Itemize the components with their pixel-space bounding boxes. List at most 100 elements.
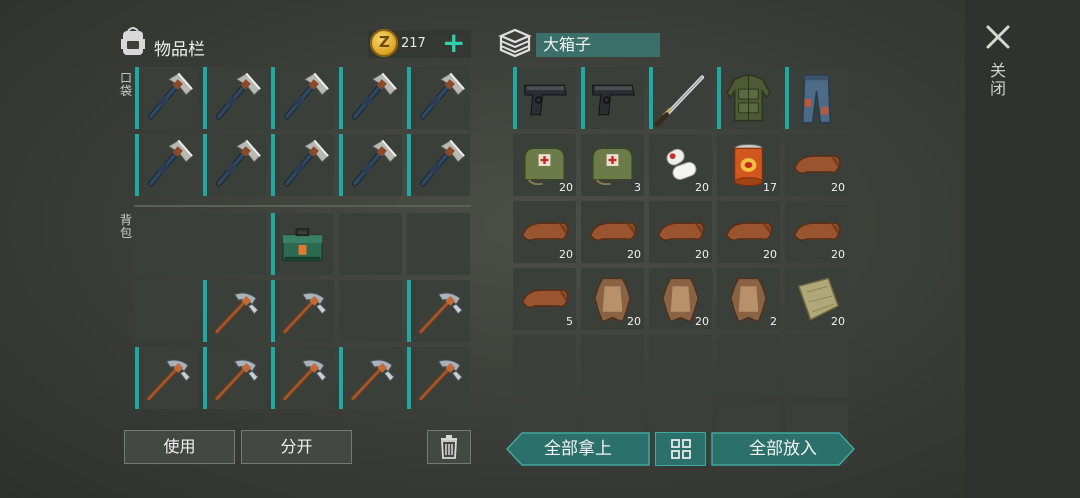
backpack-icon — [118, 25, 148, 57]
hatchet-icon — [283, 139, 329, 187]
container-slot[interactable] — [785, 67, 848, 129]
stack-count: 20 — [627, 315, 641, 328]
backpack-slot[interactable] — [271, 347, 334, 409]
backpack-slot[interactable] — [339, 347, 402, 409]
stack-count: 20 — [831, 181, 845, 194]
add-currency-button[interactable]: + — [442, 28, 465, 58]
grid-icon — [671, 439, 691, 459]
sort-grid-button[interactable] — [655, 432, 706, 466]
backpack-slot[interactable] — [203, 213, 266, 275]
container-name-field[interactable]: 大箱子 — [536, 33, 660, 57]
hatchet-icon — [147, 139, 193, 187]
stack-count: 17 — [763, 181, 777, 194]
pickaxe-icon — [282, 292, 327, 335]
right-panel-background — [965, 0, 1080, 498]
container-slot[interactable]: 3 — [581, 134, 644, 196]
delete-button[interactable] — [427, 430, 471, 464]
pocket-slot[interactable] — [271, 134, 334, 196]
pickaxe-icon — [350, 359, 395, 402]
pocket-slot[interactable] — [135, 134, 198, 196]
backpack-slot[interactable] — [135, 213, 198, 275]
pocket-slot[interactable] — [203, 67, 266, 129]
take-all-label: 全部拿上 — [544, 439, 612, 459]
stack-count: 20 — [763, 248, 777, 261]
container-slot[interactable] — [649, 67, 712, 129]
pocket-label: 口袋 — [119, 71, 132, 98]
backpack-slot[interactable] — [339, 280, 402, 342]
container-slot[interactable]: 20 — [581, 268, 644, 330]
container-slot[interactable] — [717, 335, 780, 397]
pickaxe-icon — [282, 359, 327, 402]
hatchet-icon — [419, 72, 465, 120]
pocket-slot[interactable] — [407, 67, 470, 129]
put-all-button[interactable]: 全部放入 — [711, 432, 855, 466]
stack-count: 20 — [831, 248, 845, 261]
container-slot[interactable]: 20 — [785, 134, 848, 196]
backpack-slot[interactable] — [271, 213, 334, 275]
pocket-slot[interactable] — [339, 67, 402, 129]
hatchet-icon — [215, 72, 261, 120]
container-slot[interactable] — [649, 335, 712, 397]
container-slot[interactable]: 20 — [649, 201, 712, 263]
container-slot[interactable] — [717, 67, 780, 129]
pistol-icon — [592, 84, 635, 116]
container-slot[interactable]: 20 — [717, 201, 780, 263]
backpack-slot[interactable] — [339, 213, 402, 275]
take-all-button[interactable]: 全部拿上 — [506, 432, 650, 466]
stack-count: 5 — [566, 315, 573, 328]
hatchet-icon — [283, 72, 329, 120]
pocket-slot[interactable] — [407, 134, 470, 196]
backpack-slot[interactable] — [203, 280, 266, 342]
backpack-slot[interactable] — [407, 280, 470, 342]
hatchet-icon — [147, 72, 193, 120]
close-label[interactable]: 关闭 — [988, 62, 1008, 98]
container-slot[interactable]: 20 — [785, 201, 848, 263]
container-slot[interactable] — [581, 67, 644, 129]
container-slot[interactable]: 20 — [785, 268, 848, 330]
backpack-slot[interactable] — [407, 213, 470, 275]
close-icon[interactable] — [983, 22, 1013, 52]
backpack-slot[interactable] — [271, 280, 334, 342]
container-slot[interactable]: 5 — [513, 268, 576, 330]
container-slot[interactable] — [581, 335, 644, 397]
use-button[interactable]: 使用 — [124, 430, 235, 464]
pickaxe-icon — [418, 359, 463, 402]
container-slot[interactable] — [785, 335, 848, 397]
stack-count: 20 — [695, 248, 709, 261]
container-slot[interactable]: 20 — [649, 134, 712, 196]
pickaxe-icon — [146, 359, 191, 402]
split-button[interactable]: 分开 — [241, 430, 352, 464]
toolbox-icon — [282, 228, 323, 262]
stack-count: 20 — [559, 181, 573, 194]
container-slot[interactable]: 20 — [581, 201, 644, 263]
pickaxe-icon — [214, 292, 259, 335]
container-slot[interactable]: 20 — [513, 134, 576, 196]
pickaxe-icon — [418, 292, 463, 335]
container-slot[interactable]: 20 — [649, 268, 712, 330]
pistol-icon — [524, 84, 567, 116]
trash-icon — [441, 435, 457, 459]
coin-letter: Z — [379, 33, 390, 51]
katana-icon — [654, 75, 705, 128]
hatchet-icon — [351, 72, 397, 120]
backpack-slot[interactable] — [135, 280, 198, 342]
pocket-slot[interactable] — [135, 67, 198, 129]
pocket-slot[interactable] — [203, 134, 266, 196]
backpack-slot[interactable] — [203, 347, 266, 409]
backpack-slot[interactable] — [407, 347, 470, 409]
pocket-slot[interactable] — [271, 67, 334, 129]
stack-count: 20 — [627, 248, 641, 261]
hatchet-icon — [351, 139, 397, 187]
backpack-slot[interactable] — [135, 347, 198, 409]
container-slot[interactable]: 2 — [717, 268, 780, 330]
container-slot[interactable] — [513, 67, 576, 129]
stack-count: 2 — [770, 315, 777, 328]
pocket-slot[interactable] — [339, 134, 402, 196]
container-box-icon — [497, 28, 533, 58]
container-slot[interactable]: 20 — [513, 201, 576, 263]
container-slot[interactable] — [513, 335, 576, 397]
armor-vest-icon — [725, 74, 772, 122]
stack-count: 20 — [695, 315, 709, 328]
inventory-title: 物品栏 — [154, 40, 205, 60]
container-slot[interactable]: 17 — [717, 134, 780, 196]
